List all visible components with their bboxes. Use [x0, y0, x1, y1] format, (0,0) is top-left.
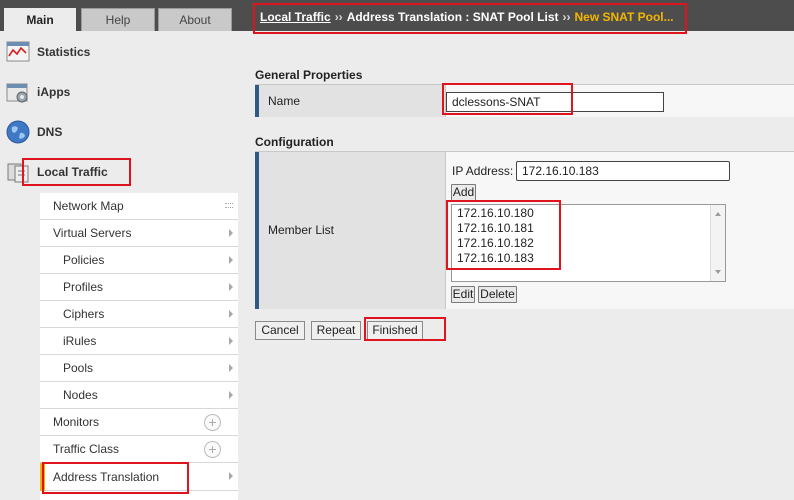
submenu-network-map[interactable]: Network Map	[40, 193, 238, 220]
general-properties-heading: General Properties	[255, 68, 363, 82]
nav-item-dns[interactable]: DNS	[0, 112, 238, 152]
repeat-button[interactable]: Repeat	[311, 321, 361, 340]
submenu-label: Address Translation	[53, 469, 160, 484]
breadcrumb-bar: Local Traffic ›› Address Translation : SNA…	[238, 0, 794, 31]
member-list-label-cell: Member List	[255, 152, 445, 309]
member-listbox[interactable]: 172.16.10.180 172.16.10.181 172.16.10.18…	[451, 204, 726, 282]
list-item[interactable]: 172.16.10.181	[457, 221, 534, 235]
edit-button[interactable]: Edit	[451, 286, 475, 303]
active-indicator	[40, 463, 45, 491]
name-input[interactable]: dclessons-SNAT	[446, 92, 664, 112]
submenu-label: Profiles	[63, 280, 104, 294]
submenu-label: Pools	[63, 361, 94, 375]
submenu-monitors[interactable]: Monitors +	[40, 409, 238, 436]
statistics-chart-icon	[6, 41, 30, 62]
left-navigation-panel: Main Help About Statistics iApps DNS Loc…	[0, 0, 238, 500]
submenu-virtual-servers[interactable]: Virtual Servers	[40, 220, 238, 247]
submenu-label: Monitors	[53, 415, 100, 429]
delete-button[interactable]: Delete	[478, 286, 517, 303]
nav-item-iapps[interactable]: iApps	[0, 72, 238, 112]
tab-main[interactable]: Main	[4, 8, 76, 31]
chevron-right-icon	[229, 310, 233, 318]
member-list-value-cell: IP Address: 172.16.10.183 Add 172.16.10.…	[445, 152, 794, 309]
add-button[interactable]: Add	[451, 184, 476, 201]
nav-label-dns: DNS	[37, 125, 63, 139]
submenu-policies[interactable]: Policies	[40, 247, 238, 274]
submenu-label: Policies	[63, 253, 105, 267]
grip-icon	[225, 203, 233, 208]
submenu-label: iRules	[63, 334, 97, 348]
submenu-ciphers[interactable]: Ciphers	[40, 301, 238, 328]
scroll-up-icon[interactable]	[715, 212, 721, 216]
breadcrumb-local-traffic-link[interactable]: Local Traffic	[260, 10, 331, 24]
list-item[interactable]: 172.16.10.180	[457, 206, 534, 220]
listbox-scrollbar[interactable]	[710, 205, 725, 281]
name-row: Name dclessons-SNAT	[255, 84, 794, 117]
ip-address-label: IP Address:	[452, 164, 514, 178]
local-traffic-submenu: Network Map Virtual Servers Policies Pro…	[40, 193, 238, 500]
list-item[interactable]: 172.16.10.182	[457, 236, 534, 250]
nav-label-local-traffic: Local Traffic	[37, 165, 108, 179]
submenu-pools[interactable]: Pools	[40, 355, 238, 382]
chevron-right-icon	[229, 472, 233, 480]
chevron-right-icon	[229, 364, 233, 372]
submenu-label: Virtual Servers	[53, 226, 132, 240]
submenu-label: Nodes	[63, 388, 98, 402]
configuration-heading: Configuration	[255, 135, 334, 149]
member-list-label: Member List	[268, 223, 335, 237]
nav-item-local-traffic[interactable]: Local Traffic	[0, 152, 238, 192]
breadcrumb: Local Traffic ›› Address Translation : SNA…	[260, 10, 674, 24]
nav-item-statistics[interactable]: Statistics	[0, 32, 238, 72]
cancel-button[interactable]: Cancel	[255, 321, 305, 340]
scroll-down-icon[interactable]	[715, 270, 721, 274]
list-item[interactable]: 172.16.10.183	[457, 251, 534, 265]
main-content: General Properties Name dclessons-SNAT C…	[238, 31, 794, 500]
dns-globe-icon	[6, 120, 30, 144]
member-list-row: Member List IP Address: 172.16.10.183 Ad…	[255, 151, 794, 309]
chevron-right-icon	[229, 391, 233, 399]
name-label-cell: Name	[255, 85, 445, 117]
tab-about[interactable]: About	[158, 8, 232, 31]
local-traffic-icon	[7, 163, 29, 183]
breadcrumb-snat-pool-list: Address Translation : SNAT Pool List	[346, 10, 559, 24]
submenu-label: Ciphers	[63, 307, 105, 321]
nav-label-statistics: Statistics	[37, 45, 91, 59]
nav-label-iapps: iApps	[37, 85, 71, 99]
submenu-label: Traffic Class	[53, 442, 120, 456]
name-label: Name	[268, 94, 301, 108]
submenu-nodes[interactable]: Nodes	[40, 382, 238, 409]
breadcrumb-separator: ››	[334, 10, 343, 24]
breadcrumb-separator: ››	[562, 10, 571, 24]
submenu-address-translation[interactable]: Address Translation	[40, 463, 238, 491]
ip-address-input[interactable]: 172.16.10.183	[516, 161, 730, 181]
top-tabs-bar: Main Help About	[0, 0, 238, 31]
iapps-gear-icon	[6, 83, 28, 103]
name-value-cell: dclessons-SNAT	[445, 85, 794, 117]
chevron-right-icon	[229, 229, 233, 237]
tab-help[interactable]: Help	[81, 8, 155, 31]
submenu-profiles[interactable]: Profiles	[40, 274, 238, 301]
add-traffic-class-icon[interactable]: +	[204, 441, 221, 458]
breadcrumb-current-page: New SNAT Pool...	[574, 10, 674, 24]
submenu-label: Network Map	[53, 199, 124, 213]
chevron-right-icon	[229, 256, 233, 264]
add-monitor-icon[interactable]: +	[204, 414, 221, 431]
chevron-right-icon	[229, 283, 233, 291]
finished-button[interactable]: Finished	[367, 321, 423, 340]
submenu-irules[interactable]: iRules	[40, 328, 238, 355]
submenu-traffic-class[interactable]: Traffic Class +	[40, 436, 238, 463]
chevron-right-icon	[229, 337, 233, 345]
